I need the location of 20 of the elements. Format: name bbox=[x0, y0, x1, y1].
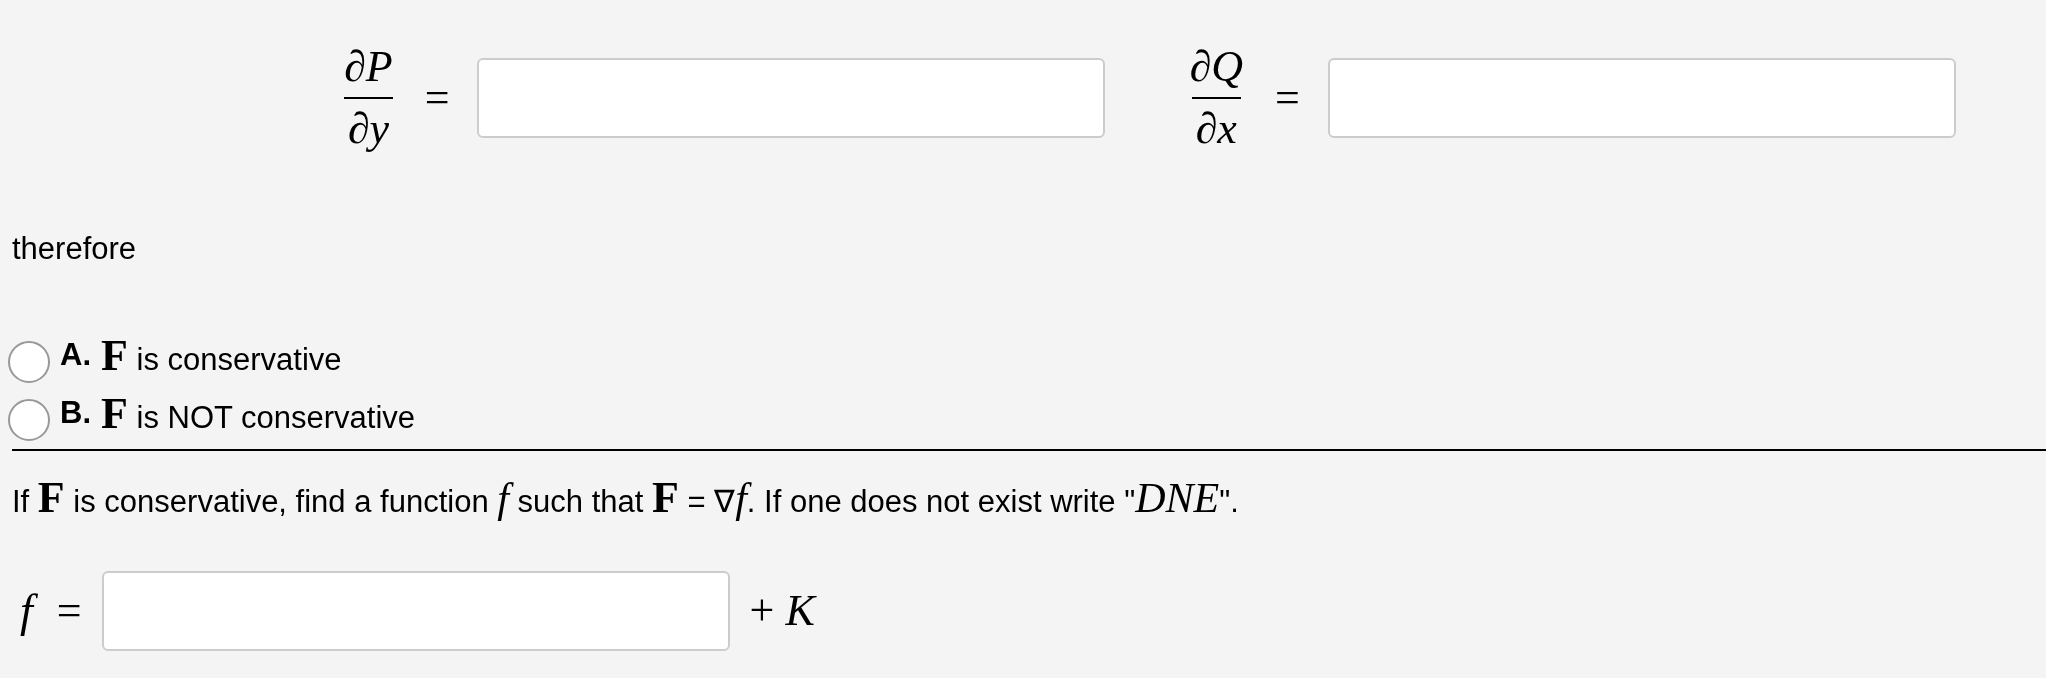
fraction-numerator: ∂Q bbox=[1188, 45, 1244, 93]
equals-sign: = bbox=[56, 584, 82, 637]
option-letter: A. bbox=[60, 336, 91, 375]
instruction-text: therefore bbox=[12, 230, 138, 268]
answer-field[interactable] bbox=[1327, 58, 1956, 138]
equals-sign: = bbox=[424, 72, 450, 124]
radio-button[interactable] bbox=[8, 340, 50, 383]
fraction-denominator: ∂y bbox=[343, 97, 393, 151]
constant-term: + K bbox=[749, 584, 815, 637]
variable-label: f bbox=[12, 576, 41, 645]
fraction-denominator: ∂x bbox=[1191, 97, 1241, 151]
equals-sign: = bbox=[1275, 72, 1300, 124]
answer-field[interactable] bbox=[477, 58, 1106, 138]
question-text: If F is conservative, find a function f such that F = ∇f. If one does not exist write "DNE". bbox=[12, 471, 1240, 524]
fraction-numerator: ∂P bbox=[343, 45, 394, 93]
answer-field[interactable] bbox=[101, 570, 730, 651]
option-text: F is NOT conservative bbox=[101, 387, 416, 440]
option-text: F is conservative bbox=[101, 329, 342, 382]
radio-button[interactable] bbox=[8, 398, 50, 441]
option-letter: B. bbox=[60, 394, 91, 433]
